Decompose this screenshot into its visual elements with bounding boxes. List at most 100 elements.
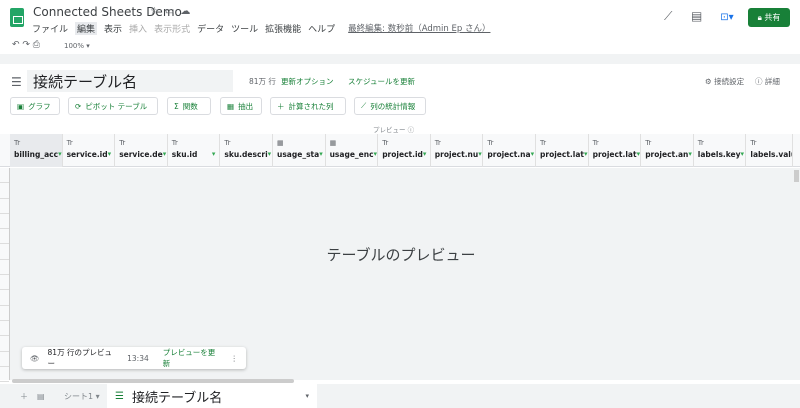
row-number [0, 290, 9, 306]
column-header[interactable]: Tr service.id ▾ [63, 134, 116, 167]
filter-icon[interactable]: ▾ [637, 150, 641, 159]
zoom-select[interactable]: 100% ▾ [64, 42, 90, 50]
row-number [0, 244, 9, 260]
refresh-options-link[interactable]: 更新オプション [281, 76, 334, 87]
text-type-icon: Tr [697, 139, 704, 147]
filter-icon[interactable]: ▾ [478, 150, 482, 159]
filter-icon[interactable]: ▾ [688, 150, 692, 159]
column-header[interactable]: Tr sku.descri ▾ [220, 134, 273, 167]
text-type-icon: Tr [119, 139, 126, 147]
row-number [0, 275, 9, 291]
text-type-icon: Tr [224, 139, 231, 147]
toolbar-button[interactable]: Σ 関数 [167, 97, 211, 115]
toolbar-button[interactable]: ⟋ 列の統計情報 [354, 97, 426, 115]
details-link[interactable]: ⓘ 詳細 [755, 76, 780, 87]
filter-icon[interactable]: ▾ [584, 150, 588, 159]
menu-item[interactable]: ヘルプ [308, 22, 335, 35]
connection-settings[interactable]: ⚙ 接続設定 [705, 76, 744, 87]
row-number [0, 214, 9, 230]
meet-button[interactable]: ⊡▾ [716, 9, 738, 26]
more-icon[interactable]: ⋮ [231, 354, 239, 363]
button-icon: ⟳ [75, 101, 82, 111]
menu-item[interactable]: 挿入 [129, 22, 147, 35]
table-name-field[interactable]: 接続テーブル名 [27, 70, 233, 92]
filter-icon[interactable]: ▾ [374, 150, 378, 159]
add-sheet-button[interactable]: ＋ [20, 384, 28, 408]
column-header[interactable]: Tr service.de ▾ [115, 134, 168, 167]
filter-icon[interactable]: ▾ [423, 150, 427, 159]
preview-toast: 👁︎ 81万 行のプレビュー 13:34 プレビューを更新 ⋮ [22, 347, 246, 369]
eye-icon: 👁︎ [30, 353, 40, 363]
column-header[interactable]: Tr labels.key ▾ [694, 134, 747, 167]
database-icon: ☰ [11, 75, 22, 89]
filter-icon[interactable]: ▾ [741, 150, 745, 159]
filter-icon[interactable]: ▾ [268, 150, 272, 159]
row-number [0, 367, 9, 383]
menu-item[interactable]: 表示形式 [154, 22, 190, 35]
row-number [0, 183, 9, 199]
button-icon: ⟋ [361, 101, 367, 110]
all-sheets-button[interactable]: ▤ [37, 384, 45, 408]
column-header[interactable]: ▦ usage_sta ▾ [273, 134, 326, 167]
filter-icon[interactable]: ▾ [319, 150, 323, 159]
sheets-logo[interactable] [10, 8, 24, 27]
horizontal-scrollbar[interactable] [12, 379, 294, 383]
database-icon: ☰ [115, 390, 124, 402]
row-number [0, 229, 9, 245]
tab-menu-icon[interactable]: ▾ [305, 392, 309, 400]
comment-icon[interactable]: ▤ [691, 9, 702, 23]
row-number [0, 321, 9, 337]
text-type-icon: Tr [171, 139, 178, 147]
text-type-icon: Tr [382, 139, 389, 147]
row-number [0, 352, 9, 367]
button-icon: ＋ [277, 101, 285, 111]
preview-title: テーブルのプレビュー [326, 246, 476, 264]
menu-item[interactable]: ツール [231, 22, 258, 35]
column-header[interactable]: Tr sku.id ▾ [168, 134, 221, 167]
button-icon: Σ [174, 101, 179, 111]
row-number [0, 199, 9, 214]
column-header[interactable]: Tr project.lat ▾ [536, 134, 589, 167]
column-header[interactable]: Tr project.an ▾ [641, 134, 694, 167]
text-type-icon: Tr [750, 139, 757, 147]
menu-item[interactable]: 編集 [75, 22, 98, 35]
menu-item[interactable]: 拡張機能 [265, 22, 301, 35]
column-header[interactable]: Tr project.nu ▾ [431, 134, 484, 167]
filter-icon[interactable]: ▾ [163, 150, 167, 159]
schedule-link[interactable]: スケジュールを更新 [348, 76, 415, 87]
column-header[interactable]: Tr project.na ▾ [483, 134, 536, 167]
column-header[interactable]: Tr billing_acc ▾ [10, 134, 63, 167]
sheet-tab-connected[interactable]: ☰ 接続テーブル名 ▾ [107, 384, 317, 408]
sheet-tab-1[interactable]: シート1 ▾ [64, 384, 100, 408]
vertical-scrollbar[interactable] [792, 168, 800, 380]
row-number [0, 168, 9, 184]
column-header[interactable]: Tr project.lat ▾ [589, 134, 642, 167]
lock-icon: 🔒︎ [757, 12, 765, 22]
toolbar-button[interactable]: ⟳ ピボット テーブル [68, 97, 158, 115]
text-type-icon: Tr [14, 139, 21, 147]
column-header[interactable]: Trlabels.valu▾ [746, 134, 794, 167]
text-type-icon: Tr [592, 139, 599, 147]
menu-bar: ファイル 編集 表示 挿入 表示形式 データ ツール 拡張機能 ヘルプ 最終編集: 数秒前（Adm… [32, 22, 490, 35]
title-icons[interactable]: ☆▭☁ [150, 6, 196, 17]
column-header[interactable]: Tr project.id ▾ [378, 134, 431, 167]
text-type-icon: Tr [487, 139, 494, 147]
filter-icon[interactable]: ▾ [58, 150, 62, 159]
row-number [0, 336, 9, 352]
toolbar-button[interactable]: ＋計算された列 [270, 97, 346, 115]
last-edit-link[interactable]: 最終編集: 数秒前（Admin Ep さん） [348, 22, 490, 35]
filter-icon[interactable]: ▾ [108, 150, 112, 159]
refresh-preview-link[interactable]: プレビューを更新 [163, 347, 223, 369]
undo-redo-print[interactable]: ↶ ↷ ⎙ [12, 40, 40, 50]
menu-item[interactable]: ファイル [32, 22, 68, 35]
text-type-icon: Tr [434, 139, 441, 147]
filter-icon[interactable]: ▾ [531, 150, 535, 159]
toolbar-button[interactable]: ▣ グラフ [10, 97, 60, 115]
filter-icon[interactable]: ▾ [212, 150, 216, 159]
share-button[interactable]: 🔒︎ 共有 [748, 8, 790, 27]
menu-item[interactable]: 表示 [104, 22, 122, 35]
column-header[interactable]: ▦ usage_enc ▾ [326, 134, 379, 167]
activity-icon[interactable]: ⟋ [664, 9, 672, 24]
toolbar-button[interactable]: ▦ 抽出 [220, 97, 262, 115]
menu-item[interactable]: データ [197, 22, 224, 35]
